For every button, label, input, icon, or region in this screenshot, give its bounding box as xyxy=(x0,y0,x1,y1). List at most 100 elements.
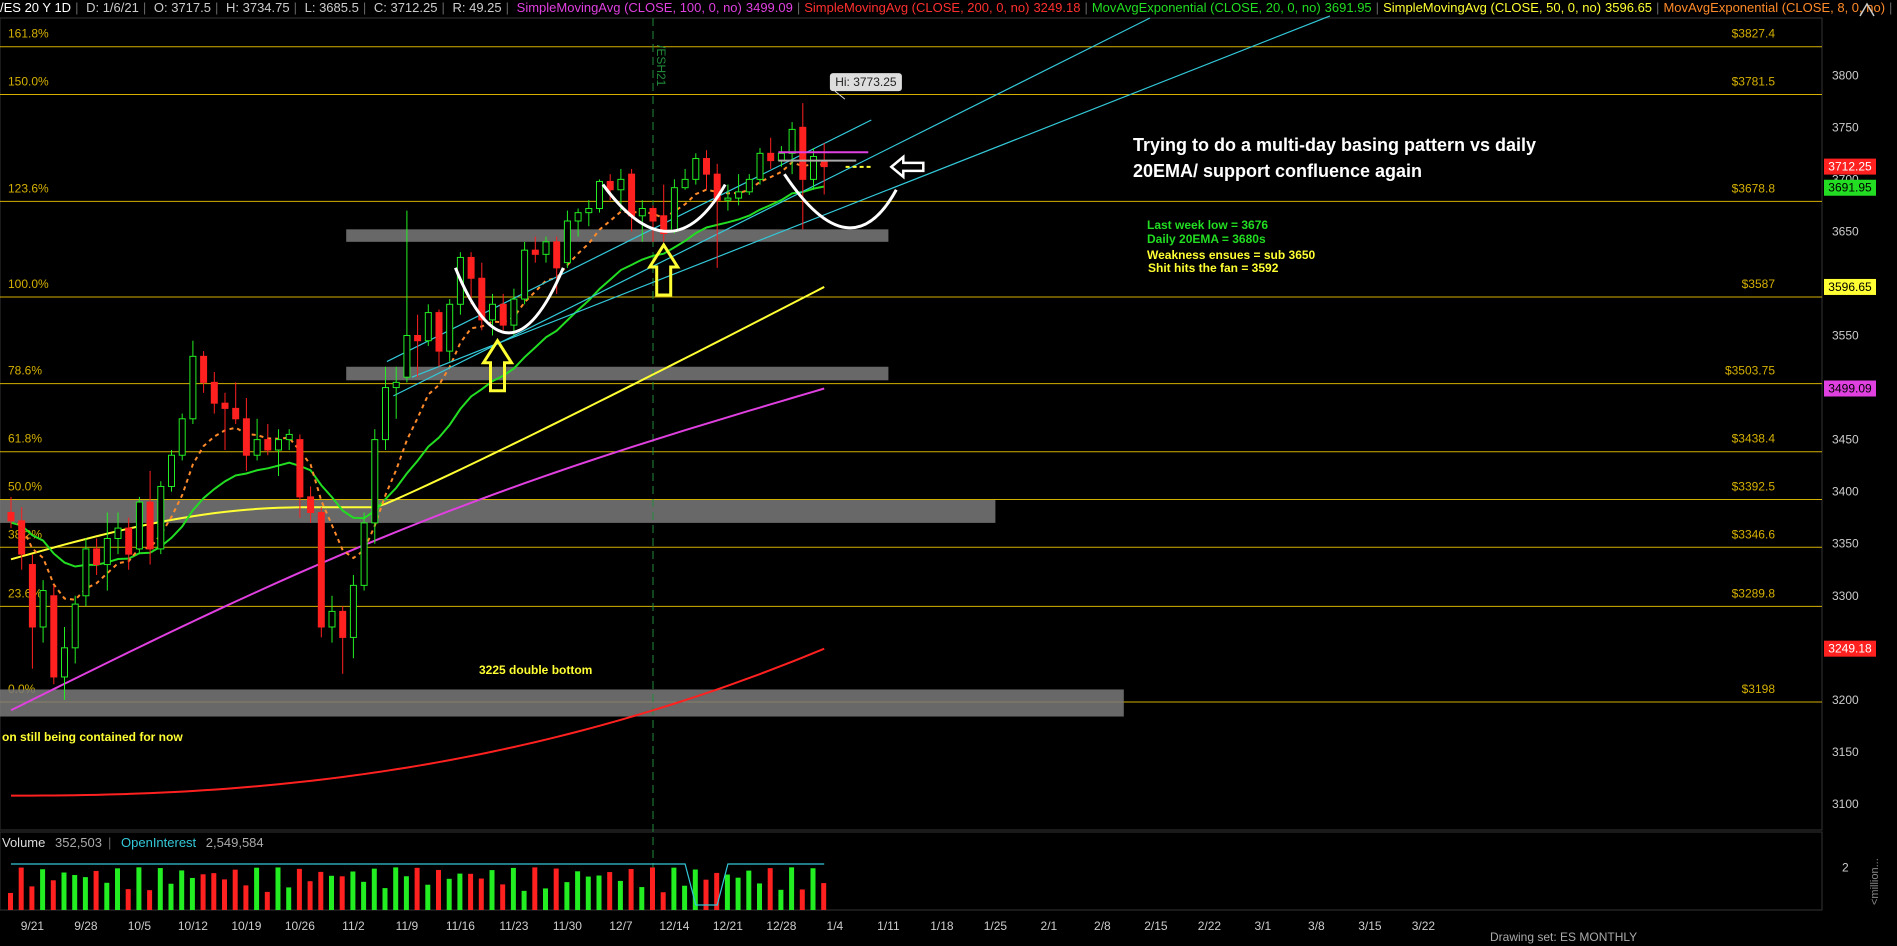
open-readout: O: 3717.5 xyxy=(153,0,211,15)
x-tick-label: 12/7 xyxy=(609,919,633,933)
volume-bar xyxy=(650,867,655,910)
candle-body xyxy=(349,584,357,638)
fib-price: $3289.8 xyxy=(1732,586,1776,600)
x-tick-label: 11/2 xyxy=(342,919,365,933)
chart-canvas[interactable]: 3100315032003250330033503400345035003550… xyxy=(0,0,1897,946)
candle-body xyxy=(596,180,603,210)
candle-body xyxy=(339,610,347,638)
candle-body xyxy=(435,312,443,352)
volume-bar xyxy=(104,882,110,910)
candle-body xyxy=(392,381,400,389)
candle-body xyxy=(670,187,678,232)
symbol-label[interactable]: /ES 20 Y 1D xyxy=(0,0,71,15)
volume-bar xyxy=(157,868,163,910)
volume-bar xyxy=(393,867,399,910)
candle-body xyxy=(285,433,293,441)
candle-body xyxy=(414,335,422,342)
candle-body xyxy=(703,158,710,175)
volume-value: 352,503 xyxy=(55,835,102,850)
y-tick-label: 3750 xyxy=(1832,120,1859,134)
candle xyxy=(596,179,603,213)
x-tick-label: 12/21 xyxy=(713,919,743,933)
fib-price: $3346.6 xyxy=(1732,527,1776,541)
study-label[interactable]: MovAvgExponential (CLOSE, 20, 0, no) xyxy=(1092,0,1321,15)
candle-body xyxy=(200,355,208,383)
high-readout: H: 3734.75 xyxy=(226,0,290,15)
y-tick-label: 3550 xyxy=(1832,329,1859,343)
high-tag-label: Hi: 3773.25 xyxy=(835,75,897,89)
volume-bar xyxy=(767,868,773,910)
study-label[interactable]: SimpleMovingAvg (CLOSE, 100, 0, no) xyxy=(517,0,742,15)
y-tick-label: 3450 xyxy=(1832,433,1859,447)
fib-price: $3781.5 xyxy=(1732,75,1776,89)
volume-bar xyxy=(168,883,174,910)
volume-bar xyxy=(189,877,195,910)
y-tick-label: 3150 xyxy=(1832,745,1859,759)
candle-body xyxy=(242,418,250,456)
study-label[interactable]: SimpleMovingAvg (CLOSE, 50, 0, no) xyxy=(1383,0,1601,15)
bottom-toolbar: Drawing set: ES MONTHLY xyxy=(1490,930,1637,944)
volume-bar xyxy=(757,883,762,910)
candle xyxy=(178,413,186,461)
x-tick-label: 3/22 xyxy=(1412,919,1436,933)
volume-bar xyxy=(125,889,131,910)
price-tag-label: 3596.65 xyxy=(1828,280,1872,294)
volume-bar xyxy=(682,885,688,910)
candle-body xyxy=(39,590,47,628)
study-value: 3499.09 xyxy=(745,0,793,15)
study-label[interactable]: SimpleMovingAvg (CLOSE, 200, 0, no) xyxy=(804,0,1029,15)
volume-bar xyxy=(789,867,795,910)
x-tick-label: 1/25 xyxy=(984,919,1008,933)
open-interest-label[interactable]: OpenInterest xyxy=(121,835,196,850)
chart-header: /ES 20 Y 1D | D: 1/6/21 | O: 3717.5 | H: 37… xyxy=(0,0,1897,18)
candle-body xyxy=(553,241,561,269)
annotation-weakness: Weakness ensues = sub 3650 xyxy=(1147,248,1316,262)
volume-bar xyxy=(29,886,35,910)
low-readout: L: 3685.5 xyxy=(304,0,359,15)
drawing-set-label[interactable]: Drawing set: ES MONTHLY xyxy=(1490,930,1637,944)
x-tick-label: 11/23 xyxy=(499,919,528,933)
x-tick-label: 9/28 xyxy=(74,919,98,933)
study-label[interactable]: MovAvgExponential (CLOSE, 8, 0, no) xyxy=(1663,0,1885,15)
candle-body xyxy=(7,511,15,522)
volume-bar xyxy=(93,870,99,910)
fib-label: 61.8% xyxy=(8,432,42,446)
x-tick-label: 12/14 xyxy=(659,919,689,933)
candle xyxy=(82,538,90,607)
candle-body xyxy=(296,439,304,498)
study-value: 3691.95 xyxy=(1324,0,1372,15)
volume-bar xyxy=(382,888,388,910)
candle xyxy=(670,179,678,234)
volume-bar xyxy=(318,871,324,910)
volume-bar xyxy=(361,881,367,910)
volume-bar xyxy=(585,876,591,910)
candle-body xyxy=(307,496,315,513)
volume-bar xyxy=(489,870,495,910)
volume-bar xyxy=(436,869,441,910)
candle-body xyxy=(499,303,507,326)
volume-bar xyxy=(607,872,613,910)
volume-bar xyxy=(425,884,431,910)
candle-body xyxy=(692,158,700,180)
candle xyxy=(135,496,143,555)
candle-body xyxy=(510,298,518,326)
volume-panel xyxy=(0,831,1823,911)
volume-bar xyxy=(564,882,570,910)
volume-label[interactable]: Volume xyxy=(2,835,45,850)
price-tag-label: 3691.95 xyxy=(1828,181,1872,195)
y-tick-label: 3650 xyxy=(1832,224,1859,238)
volume-bar xyxy=(671,867,677,910)
volume-bar xyxy=(296,868,302,910)
volume-bar xyxy=(532,867,538,910)
candle-body xyxy=(724,197,732,201)
annotation-main: 20EMA/ support confluence again xyxy=(1133,161,1422,181)
menu-icon[interactable] xyxy=(1857,0,1877,18)
candle-body xyxy=(521,249,529,300)
candle xyxy=(360,512,368,591)
x-tick-label: 10/26 xyxy=(285,919,315,933)
volume-bar xyxy=(468,873,474,910)
x-tick-label: 3/8 xyxy=(1308,919,1325,933)
candle-body xyxy=(221,402,229,409)
x-tick-label: 3/15 xyxy=(1358,919,1382,933)
volume-bar xyxy=(115,868,120,910)
